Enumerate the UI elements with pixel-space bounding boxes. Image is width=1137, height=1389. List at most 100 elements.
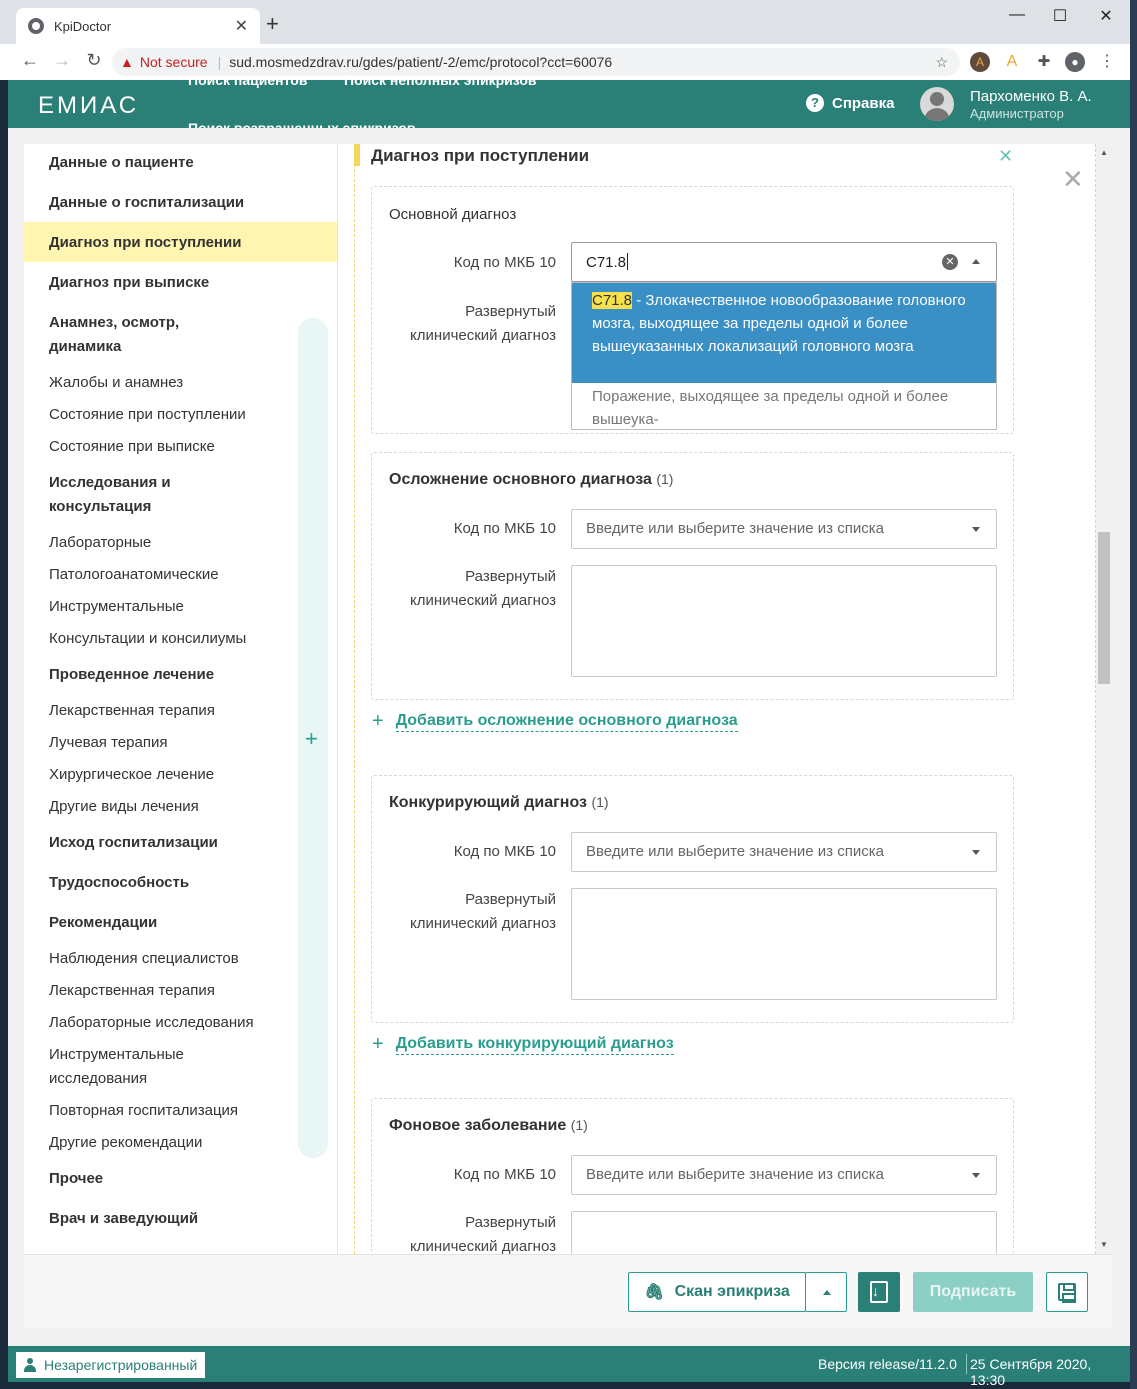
back-arrow-icon[interactable]: ← (18, 50, 42, 71)
sidebar-item-lab[interactable]: Лабораторные (49, 531, 309, 555)
icd-label: Код по МКБ 10 (453, 254, 556, 271)
competing-title: Конкурирующий диагноз (1) (389, 794, 609, 811)
browser-tab[interactable]: KpiDoctor ✕ (16, 8, 260, 44)
background-title: Фоновое заболевание (1) (389, 1117, 588, 1134)
dropdown-option-c71-8[interactable]: C71.8 - Злокачественное новообразование … (572, 283, 996, 383)
new-tab-button[interactable]: + (266, 11, 279, 37)
nav-patient-search[interactable]: Поиск пациентов (188, 72, 307, 88)
sidebar-item-pathology[interactable]: Патологоанатомические (49, 563, 309, 587)
clear-icon[interactable]: ✕ (942, 254, 958, 270)
address-divider: | (217, 54, 222, 70)
status-divider (966, 1354, 967, 1374)
sidebar-item-rec-drug-therapy[interactable]: Лекарственная терапия (49, 979, 309, 1003)
sidebar-item-misc[interactable]: Прочее (49, 1167, 309, 1191)
window-close-button[interactable]: ✕ (1091, 6, 1121, 26)
window-minimize-button[interactable]: — (1002, 6, 1032, 24)
text-cursor (627, 253, 629, 270)
sidebar-item-treatment[interactable]: Проведенное лечение (49, 663, 309, 687)
sidebar-item-discharge-state[interactable]: Состояние при выписке (49, 435, 309, 459)
emias-logo[interactable]: ЕМИАС (38, 92, 139, 120)
sidebar-item-patient-data[interactable]: Данные о пациенте (49, 151, 309, 175)
sidebar-item-hospitalization-data[interactable]: Данные о госпитализации (49, 191, 309, 215)
background-icd-select[interactable]: Введите или выберите значение из списка (571, 1155, 997, 1195)
sidebar-item-research[interactable]: Исследования и консультация (49, 471, 219, 519)
scan-menu-button[interactable] (805, 1272, 847, 1312)
dropdown-option-2[interactable]: Поражение, выходящее за пределы одной и … (572, 383, 996, 429)
competing-icd-select[interactable]: Введите или выберите значение из списка (571, 832, 997, 872)
panel-close-icon[interactable]: ✕ (1062, 164, 1084, 195)
sidebar-item-anamnesis[interactable]: Анамнез, осмотр, динамика (49, 311, 219, 359)
add-competing-link[interactable]: + Добавить конкурирующий диагноз (372, 1033, 674, 1056)
scan-epicrisis-label: Скан эпикриза (674, 1283, 790, 1300)
chevron-up-icon[interactable] (972, 259, 980, 264)
sidebar-item-outcome[interactable]: Исход госпитализации (49, 831, 309, 855)
tab-title: KpiDoctor (54, 18, 112, 34)
chevron-down-icon (972, 527, 980, 532)
extension-a-icon[interactable]: A (970, 52, 990, 72)
unregistered-user-badge[interactable]: Незарегистрированный (16, 1352, 206, 1378)
extensions-puzzle-icon[interactable]: ✚ (1034, 52, 1054, 72)
main-diagnosis-title: Основной диагноз (389, 206, 517, 223)
background-box: Фоновое заболевание (1) Код по МКБ 10 Вв… (371, 1098, 1014, 1254)
sign-button[interactable]: Подписать (913, 1272, 1033, 1312)
scan-epicrisis-button[interactable]: 🖇 Скан эпикриза (628, 1272, 806, 1312)
sidebar-item-discharge-diagnosis[interactable]: Диагноз при выписке (49, 271, 309, 295)
complication-clinical-textarea[interactable] (571, 565, 997, 677)
sidebar-item-rec-lab[interactable]: Лабораторные исследования (49, 1011, 309, 1035)
datetime-text: 25 Сентября 2020, 13:30 (970, 1356, 1092, 1388)
sidebar-item-work-capacity[interactable]: Трудоспособность (49, 871, 309, 895)
sidebar-item-consultations[interactable]: Консультации и консилиумы (49, 627, 309, 651)
sidebar-item-recommendations[interactable]: Рекомендации (49, 911, 309, 935)
help-link[interactable]: ? Справка (806, 94, 894, 112)
floppy-icon (1058, 1283, 1076, 1303)
sidebar-item-other-treatment[interactable]: Другие виды лечения (49, 795, 309, 819)
add-complication-link[interactable]: + Добавить осложнение основного диагноза (372, 710, 738, 733)
scroll-up-icon[interactable]: ▲ (1100, 148, 1108, 157)
scrollbar[interactable]: ▲ ▼ (1096, 144, 1112, 1254)
window-maximize-button[interactable]: ☐ (1045, 6, 1075, 26)
sidebar-item-radiation-therapy[interactable]: Лучевая терапия (49, 731, 309, 755)
download-button[interactable]: ↓ (858, 1272, 900, 1312)
not-secure-label[interactable]: Not secure (140, 54, 208, 70)
person-icon (24, 1358, 36, 1372)
scroll-down-icon[interactable]: ▼ (1100, 1240, 1108, 1249)
clinical-label: Развернутый клинический диагноз (410, 891, 556, 932)
reload-icon[interactable]: ↻ (82, 50, 106, 71)
main-icd-select[interactable]: C71.8 ✕ (571, 242, 997, 282)
sidebar-item-admission-state[interactable]: Состояние при поступлении (49, 403, 309, 427)
sidebar-item-rehospitalization[interactable]: Повторная госпитализация (49, 1099, 309, 1123)
browser-menu-icon[interactable]: ⋮ (1097, 52, 1117, 72)
sidebar-item-doctor[interactable]: Врач и заведующий (49, 1207, 309, 1231)
icd-label: Код по МКБ 10 (453, 1166, 556, 1183)
save-button[interactable] (1046, 1272, 1088, 1312)
icd-label: Код по МКБ 10 (453, 843, 556, 860)
bookmark-star-icon[interactable]: ☆ (935, 54, 948, 71)
profile-icon[interactable]: ● (1065, 52, 1085, 72)
sidebar-item-instrumental[interactable]: Инструментальные (49, 595, 309, 619)
nav-incomplete-epicrisis[interactable]: Поиск неполных эпикризов (344, 72, 537, 88)
sidebar-item-specialist-observation[interactable]: Наблюдения специалистов (49, 947, 309, 971)
competing-clinical-textarea[interactable] (571, 888, 997, 1000)
tab-close-icon[interactable]: ✕ (235, 16, 248, 36)
sidebar-item-surgery[interactable]: Хирургическое лечение (49, 763, 309, 787)
forward-arrow-icon[interactable]: → (50, 50, 74, 71)
url-text[interactable]: sud.mosmedzdrav.ru/gdes/patient/-2/emc/p… (229, 54, 612, 70)
sidebar-item-rec-instrumental[interactable]: Инструментальные исследования (49, 1043, 219, 1091)
section-close-icon[interactable]: ✕ (998, 146, 1013, 167)
complication-icd-select[interactable]: Введите или выберите значение из списка (571, 509, 997, 549)
sidebar-item-drug-therapy[interactable]: Лекарственная терапия (49, 699, 309, 723)
sidebar-item-other-recommendations[interactable]: Другие рекомендации (49, 1131, 309, 1155)
avatar[interactable] (920, 87, 954, 121)
clinical-label: Развернутый клинический диагноз (410, 1214, 556, 1254)
favicon-icon (28, 18, 44, 34)
extension-acrobat-icon[interactable]: A (1002, 52, 1022, 72)
sidebar-item-admission-diagnosis[interactable]: Диагноз при поступлении (49, 231, 309, 255)
user-name[interactable]: Пархоменко В. А. (970, 88, 1092, 105)
sidebar-item-complaints[interactable]: Жалобы и анамнез (49, 371, 309, 395)
section-marker (354, 144, 360, 166)
plus-icon: + (372, 710, 384, 732)
background-clinical-textarea[interactable] (571, 1211, 997, 1254)
unregistered-label: Незарегистрированный (44, 1357, 198, 1373)
scrollbar-thumb[interactable] (1098, 532, 1110, 684)
icd-label: Код по МКБ 10 (453, 520, 556, 537)
